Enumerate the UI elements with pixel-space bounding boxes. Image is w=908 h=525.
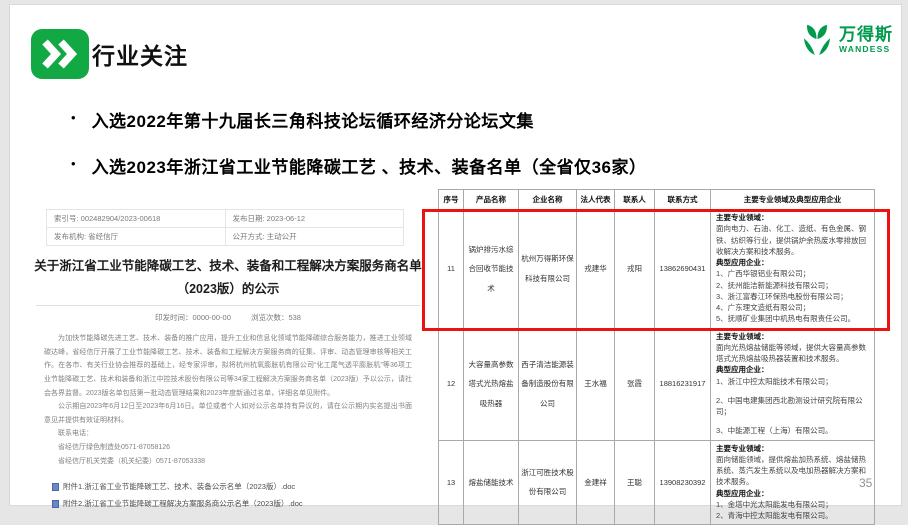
app-item: 2、抚州能洁新能源科技有限公司；: [716, 280, 869, 291]
col-header-contact: 联系人: [615, 190, 655, 210]
domain-text: 面向电力、石油、化工、造纸、有色金属、钢铁、纺织等行业，提供锅炉余热废水零排放回…: [716, 223, 869, 257]
cell-product: 锅炉排污水综合回收节能技术: [464, 210, 519, 329]
domain-text: 面向储能领域，提供熔盐加热系统、熔盐储热系统、蒸汽发生系统以及电加热器解决方案和…: [716, 454, 869, 488]
doc-paragraph-2: 公示期自2023年6月12日至2023年6月16日。单位或者个人如对公示名单持有…: [44, 400, 412, 427]
doc-print-time: 印发时间：0000-00-00: [155, 313, 231, 322]
app-item: 1、浙江中控太阳能技术有限公司；: [716, 376, 869, 387]
apps-label: 典型应用企业：: [716, 488, 869, 499]
bullet-item-2: • 入选2023年浙江省工业节能降碳工艺 、技术、装备名单（全省仅36家）: [71, 153, 791, 178]
doc-file-icon: [52, 483, 59, 491]
table-header-row: 序号 产品名称 企业名称 法人代表 联系人 联系方式 主要专业领域及典型应用企业: [439, 190, 875, 210]
table-row-13: 13 熔盐储能技术 浙江可胜技术股份有限公司 金建祥 王聪 1390823039…: [439, 440, 875, 525]
domain-text: 面向光热熔盐储能等领域，提供大容量高参数塔式光热熔盐吸热器装置和技术服务。: [716, 342, 869, 365]
cell-phone: 18816231917: [655, 328, 711, 440]
bullet-text-2: 入选2023年浙江省工业节能降碳工艺 、技术、装备名单（全省仅36家）: [92, 153, 647, 178]
cell-phone: 13908230392: [655, 440, 711, 525]
cell-company: 西子清洁能源装备制造股份有限公司: [519, 328, 577, 440]
col-header-phone: 联系方式: [655, 190, 711, 210]
domain-label: 主要专业领域：: [716, 443, 869, 454]
attachment-text-1: 附件1.浙江省工业节能降碳工艺、技术、装备公示名单（2023版）.doc: [63, 481, 295, 492]
col-header-legal-rep: 法人代表: [577, 190, 615, 210]
page-number: 35: [859, 476, 872, 490]
cell-company: 杭州万得斯环保科技有限公司: [519, 210, 577, 329]
cell-contact: 张霞: [615, 328, 655, 440]
gov-document-panel: 索引号: 002482904/2023-00618 发布日期: 2023-06-…: [22, 195, 434, 463]
brand-name: 万得斯: [839, 26, 893, 45]
cell-company: 浙江可胜技术股份有限公司: [519, 440, 577, 525]
bullet-item-1: • 入选2022年第十九届长三角科技论坛循环经济分论坛文集: [71, 107, 791, 132]
app-item: 1、金塔中光太阳能发电有限公司；: [716, 499, 869, 510]
bullet-list: • 入选2022年第十九届长三角科技论坛循环经济分论坛文集 • 入选2023年浙…: [71, 107, 791, 199]
doc-contact-label: 联系电话：: [44, 427, 412, 441]
cell-domain-detail: 主要专业领域： 面向光热熔盐储能等领域，提供大容量高参数塔式光热熔盐吸热器装置和…: [711, 328, 875, 440]
doc-pubdate-field: 发布日期: 2023-06-12: [225, 210, 404, 228]
app-item: 4、广东理文造纸有限公司；: [716, 302, 869, 313]
app-item: 3、中能源工程（上海）有限公司。: [716, 425, 869, 436]
doc-meta-table: 索引号: 002482904/2023-00618 发布日期: 2023-06-…: [46, 209, 404, 246]
doc-view-count: 浏览次数：538: [251, 313, 301, 322]
plant-logo-icon: [799, 21, 835, 59]
domain-label: 主要专业领域：: [716, 212, 869, 223]
doc-index-field: 索引号: 002482904/2023-00618: [47, 210, 226, 228]
domain-label: 主要专业领域：: [716, 331, 869, 342]
attachment-text-2: 附件2.浙江省工业节能降碳工程解决方案服务商公示名单（2023版）.doc: [63, 498, 303, 509]
app-item: 3、浙江富春江环保热电股份有限公司；: [716, 291, 869, 302]
table-row-11: 11 锅炉排污水综合回收节能技术 杭州万得斯环保科技有限公司 戎建华 戎阳 13…: [439, 210, 875, 329]
cell-phone: 13862690431: [655, 210, 711, 329]
app-item: 2、中国电建集团西北勘测设计研究院有限公司；: [716, 395, 869, 418]
col-header-company: 企业名称: [519, 190, 577, 210]
cell-no: 11: [439, 210, 464, 329]
brand-subtitle: WANDESS: [839, 44, 893, 54]
service-provider-table: 序号 产品名称 企业名称 法人代表 联系人 联系方式 主要专业领域及典型应用企业…: [438, 189, 875, 525]
cell-domain-detail: 主要专业领域： 面向储能领域，提供熔盐加热系统、熔盐储热系统、蒸汽发生系统以及电…: [711, 440, 875, 525]
brand-logo: 万得斯 WANDESS: [799, 21, 893, 59]
cell-legal-rep: 王水福: [577, 328, 615, 440]
cell-contact: 王聪: [615, 440, 655, 525]
apps-label: 典型应用企业：: [716, 257, 869, 268]
brand-logo-text: 万得斯 WANDESS: [839, 26, 893, 55]
cell-contact: 戎阳: [615, 210, 655, 329]
col-header-no: 序号: [439, 190, 464, 210]
double-chevron-icon: [31, 29, 89, 79]
cell-product: 熔盐储能技术: [464, 440, 519, 525]
doc-agency-field: 发布机构: 省经信厅: [47, 228, 226, 246]
col-header-domain: 主要专业领域及典型应用企业: [711, 190, 875, 210]
doc-contact-phone-2: 省经信厅机关党委（机关纪委）0571-87053338: [44, 455, 412, 469]
cell-legal-rep: 戎建华: [577, 210, 615, 329]
cell-domain-detail: 主要专业领域： 面向电力、石油、化工、造纸、有色金属、钢铁、纺织等行业，提供锅炉…: [711, 210, 875, 329]
table-row-12: 12 大容量高参数塔式光热熔盐吸热器 西子清洁能源装备制造股份有限公司 王水福 …: [439, 328, 875, 440]
doc-contact-phone-1: 省经信厅绿色制造处0571-87058126: [44, 441, 412, 455]
bullet-text-1: 入选2022年第十九届长三角科技论坛循环经济分论坛文集: [92, 107, 534, 132]
doc-body: 为加快节能降碳先进工艺、技术、装备的推广应用，提升工业和信息化领域节能降碳综合服…: [44, 332, 412, 468]
doc-file-icon: [52, 500, 59, 508]
cell-legal-rep: 金建祥: [577, 440, 615, 525]
cell-product: 大容量高参数塔式光热熔盐吸热器: [464, 328, 519, 440]
apps-label: 典型应用企业：: [716, 364, 869, 375]
app-item: 2、青海中控太阳能发电有限公司。: [716, 510, 869, 521]
col-header-product: 产品名称: [464, 190, 519, 210]
app-item: 1、广西华银铝业有限公司；: [716, 268, 869, 279]
attachment-link-2[interactable]: 附件2.浙江省工业节能降碳工程解决方案服务商公示名单（2023版）.doc: [52, 498, 434, 509]
bullet-dot: •: [71, 110, 76, 125]
slide: 行业关注 万得斯 WANDESS • 入选2022年第十九届长三角科技论坛循环经…: [9, 4, 902, 506]
cell-no: 13: [439, 440, 464, 525]
cell-no: 12: [439, 328, 464, 440]
attachment-link-1[interactable]: 附件1.浙江省工业节能降碳工艺、技术、装备公示名单（2023版）.doc: [52, 481, 434, 492]
doc-title: 关于浙江省工业节能降碳工艺、技术、装备和工程解决方案服务商名单（2023版）的公…: [32, 255, 424, 300]
chevron-glyphs: [41, 39, 79, 69]
doc-openmode-field: 公开方式: 主动公开: [225, 228, 404, 246]
doc-paragraph-1: 为加快节能降碳先进工艺、技术、装备的推广应用，提升工业和信息化领域节能降碳综合服…: [44, 332, 412, 400]
page-title: 行业关注: [92, 37, 188, 71]
app-item: 5、抚顺矿业集团中机热电有限责任公司。: [716, 313, 869, 324]
bullet-dot: •: [71, 156, 76, 171]
doc-stats-line: 印发时间：0000-00-00 浏览次数：538: [22, 312, 434, 323]
doc-attachments: 附件1.浙江省工业节能降碳工艺、技术、装备公示名单（2023版）.doc 附件2…: [52, 481, 434, 509]
doc-divider: [36, 305, 420, 306]
